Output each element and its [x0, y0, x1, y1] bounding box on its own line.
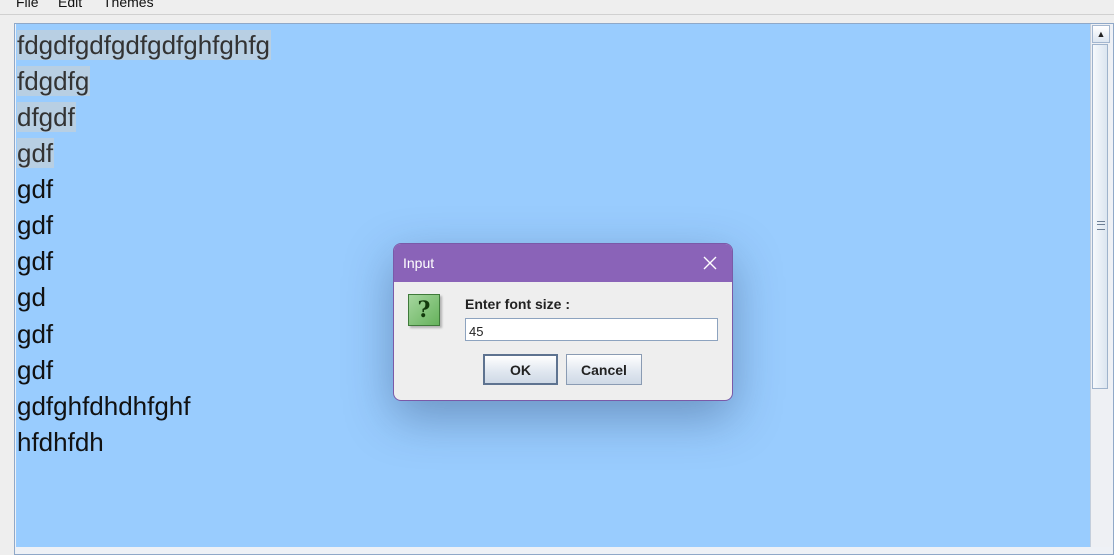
selected-text: dfgdf [17, 102, 76, 132]
vertical-scrollbar[interactable]: ▲ [1090, 24, 1111, 547]
text-line: gdf [17, 319, 54, 349]
menu-edit[interactable]: Edit [58, 0, 82, 10]
text-line: gdf [17, 246, 54, 276]
text-line: gdf [17, 137, 55, 169]
text-line: hfdhfdh [17, 427, 104, 457]
text-line: dfgdf [17, 101, 76, 133]
close-button[interactable] [700, 253, 720, 273]
arrow-up-icon: ▲ [1096, 29, 1106, 39]
menu-file[interactable]: File [16, 0, 39, 10]
dialog-title: Input [403, 255, 435, 271]
scroll-up-button[interactable]: ▲ [1092, 25, 1110, 43]
prompt-label: Enter font size : [465, 296, 571, 312]
selected-text: gdf [17, 138, 55, 168]
scroll-thumb[interactable] [1092, 44, 1108, 389]
text-line: fdgdfg [17, 65, 91, 97]
grip-icon [1097, 221, 1105, 230]
text-line: gdf [17, 355, 54, 385]
font-size-input[interactable] [465, 318, 718, 341]
text-line: gdf [17, 174, 54, 204]
text-line: gd [17, 282, 46, 312]
ok-button[interactable]: OK [483, 354, 558, 385]
menu-bar: File Edit Themes [0, 0, 1114, 15]
selected-text: fdgdfgdfgdfgdfghfghfg [17, 30, 272, 60]
close-icon [703, 256, 717, 270]
cancel-button[interactable]: Cancel [566, 354, 642, 385]
dialog-titlebar[interactable]: Input [394, 244, 732, 282]
text-line: gdfghfdhdhfghf [17, 391, 191, 421]
text-line: fdgdfgdfgdfgdfghfghfg [17, 29, 272, 61]
selected-text: fdgdfg [17, 66, 91, 96]
text-line: gdf [17, 210, 54, 240]
question-icon: ? [408, 294, 440, 326]
question-mark-glyph: ? [417, 297, 431, 323]
menu-themes[interactable]: Themes [103, 0, 154, 10]
input-dialog: Input ? Enter font size : OK Cancel [393, 243, 733, 401]
